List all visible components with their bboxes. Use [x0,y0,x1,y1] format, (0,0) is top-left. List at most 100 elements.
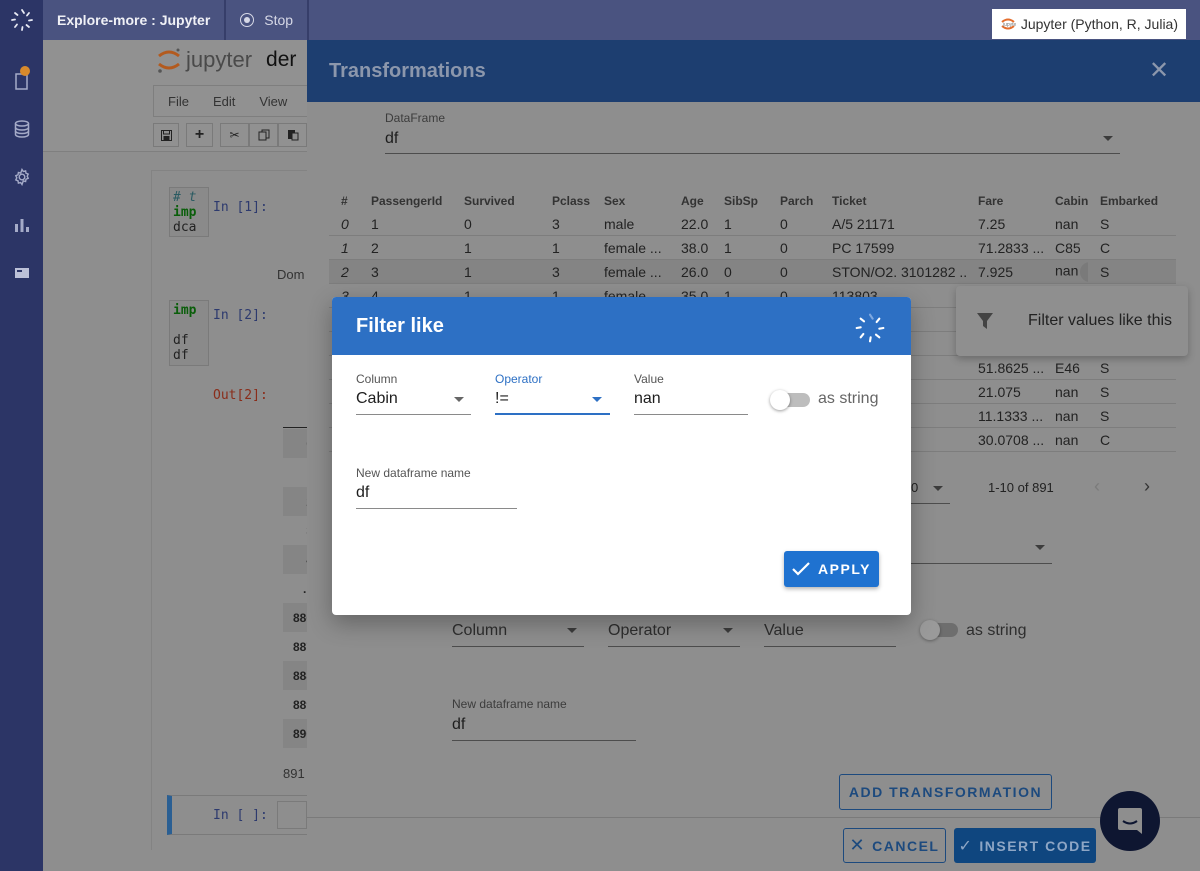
cell-text: nan [1055,431,1079,448]
menu-view[interactable]: View [259,94,287,109]
cancel-button[interactable]: ✕ CANCEL [843,828,946,863]
table-cell: nan [1043,432,1088,448]
menu-file[interactable]: File [168,94,189,109]
cell-text: 11.1333 ... [978,407,1043,424]
chat-button[interactable] [1100,791,1160,851]
cell-text: nan [1055,407,1079,424]
add-transformation-button[interactable]: ADD TRANSFORMATION [839,774,1052,810]
column-underline [452,646,584,647]
prev-page-button[interactable]: ‹ [1094,476,1100,497]
table-row[interactable]: 0 1 0 3 male 22.0 ... 1 0 A/5 21171 7.25 nan S [329,212,1176,236]
column-header[interactable]: # [329,194,359,208]
dataframe-select[interactable]: df [385,130,398,148]
table-cell: 11.1333 ... [966,408,1043,424]
new-df-label: New dataframe name [452,697,567,711]
cell-text: 1 [552,239,560,256]
apply-button[interactable]: APPLY [784,551,879,587]
column-select[interactable]: Cabin [356,390,398,408]
table-cell: 1 [329,240,359,256]
new-df-underline [452,740,636,741]
new-df-underline [356,508,517,509]
filter-like-dialog: Filter like Column Cabin Operator != Val… [332,297,911,615]
rows-per-page-select[interactable]: 0 [911,480,918,495]
operator-underline [495,413,610,415]
table-cell: nan⋮ [1043,261,1088,282]
cut-button[interactable]: ✂ [220,123,249,147]
table-cell: female ... [592,264,669,280]
code-cell-1[interactable]: # t imp dca [169,187,209,237]
menu-edit[interactable]: Edit [213,94,235,109]
column-header[interactable]: Fare [966,194,1043,208]
cell-text: female ... [604,263,662,280]
svg-text:jupyter: jupyter [1002,22,1016,28]
operator-label: Operator [495,372,543,386]
table-cell: 22.0 ... [669,216,712,232]
empty-code-input[interactable] [277,801,307,829]
column-header[interactable]: Pclass [540,194,592,208]
notebook-name[interactable]: der [266,48,296,72]
table-cell: 71.2833 ... [966,240,1043,256]
insert-code-button[interactable]: ✓ INSERT CODE [954,828,1096,863]
cell-text: 0 [724,263,732,280]
cell-text: 1 [724,239,732,256]
gear-icon [14,168,29,186]
new-df-input[interactable]: df [452,716,465,734]
stop-button[interactable]: Stop [226,0,310,40]
dialog-title: Filter like [356,314,444,337]
paste-button[interactable] [278,123,307,147]
column-select[interactable]: Column [452,622,507,640]
cell-prompt-in1: In [1]: [213,200,268,215]
dialog-header: Filter like [332,297,911,355]
notification-badge [20,66,30,76]
app-logo[interactable] [0,0,43,40]
value-input[interactable]: nan [634,390,661,408]
chat-icon [1118,808,1142,834]
copy-button[interactable] [249,123,278,147]
stop-icon [240,13,255,27]
column-header[interactable]: Sex [592,194,669,208]
close-panel-button[interactable]: ✕ [1148,59,1170,83]
add-cell-button[interactable]: + [186,123,213,147]
cell-text: S [1100,383,1110,400]
as-string-toggle[interactable] [770,390,810,410]
column-header[interactable]: Survived [452,194,540,208]
table-cell: 0 [768,264,820,280]
code-cell-2[interactable]: imp df df [169,300,209,366]
column-header[interactable]: PassengerId [359,194,452,208]
sidebar-item-cards[interactable] [0,249,43,297]
jupyter-logo: jupyter der [156,46,296,74]
cell-text: 1 [464,263,472,280]
cell-text: C [1100,431,1111,448]
table-row[interactable]: 1 2 1 1 female ... 38.0 ... 1 0 PC 17599 71.2833 … [329,236,1176,260]
column-header[interactable]: Parch [768,194,820,208]
column-header[interactable]: Age [669,194,712,208]
as-string-toggle[interactable] [920,620,958,640]
new-df-input[interactable]: df [356,484,369,502]
table-cell: 2 [359,240,452,256]
value-input[interactable]: Value [764,622,804,640]
column-header[interactable]: Ticket [820,194,966,208]
column-header[interactable]: Embarked [1088,194,1168,208]
kebab-menu-icon[interactable]: ⋮ [1080,261,1088,282]
table-cell: 30.0708 ... [966,432,1043,448]
next-page-button[interactable]: › [1144,476,1150,497]
operator-select[interactable]: != [495,390,509,408]
cell-text: STON/O2. 3101282 ... [832,263,966,280]
table-cell: S [1088,216,1168,232]
spinner-logo-icon [855,313,885,343]
operator-select[interactable]: Operator [608,622,671,640]
column-header[interactable]: SibSp [712,194,768,208]
table-row[interactable]: 2 3 1 3 female ... 26.0 ... 0 0 STON/O2. 3101282… [329,260,1176,284]
context-menu-item-filter[interactable]: Filter values like this [956,286,1188,356]
panel-header: Transformations [307,40,1200,102]
sidebar-item-settings[interactable] [0,153,43,201]
sidebar-item-notebooks[interactable] [0,57,43,105]
kernel-selector[interactable]: jupyter Jupyter (Python, R, Julia) [991,9,1186,39]
column-header[interactable]: Cabin [1043,194,1088,208]
cell-text: male [604,215,635,232]
value-underline [634,414,748,415]
table-cell: S [1088,408,1168,424]
sidebar-item-data[interactable] [0,105,43,153]
save-button[interactable] [153,123,179,147]
sidebar-item-charts[interactable] [0,201,43,249]
